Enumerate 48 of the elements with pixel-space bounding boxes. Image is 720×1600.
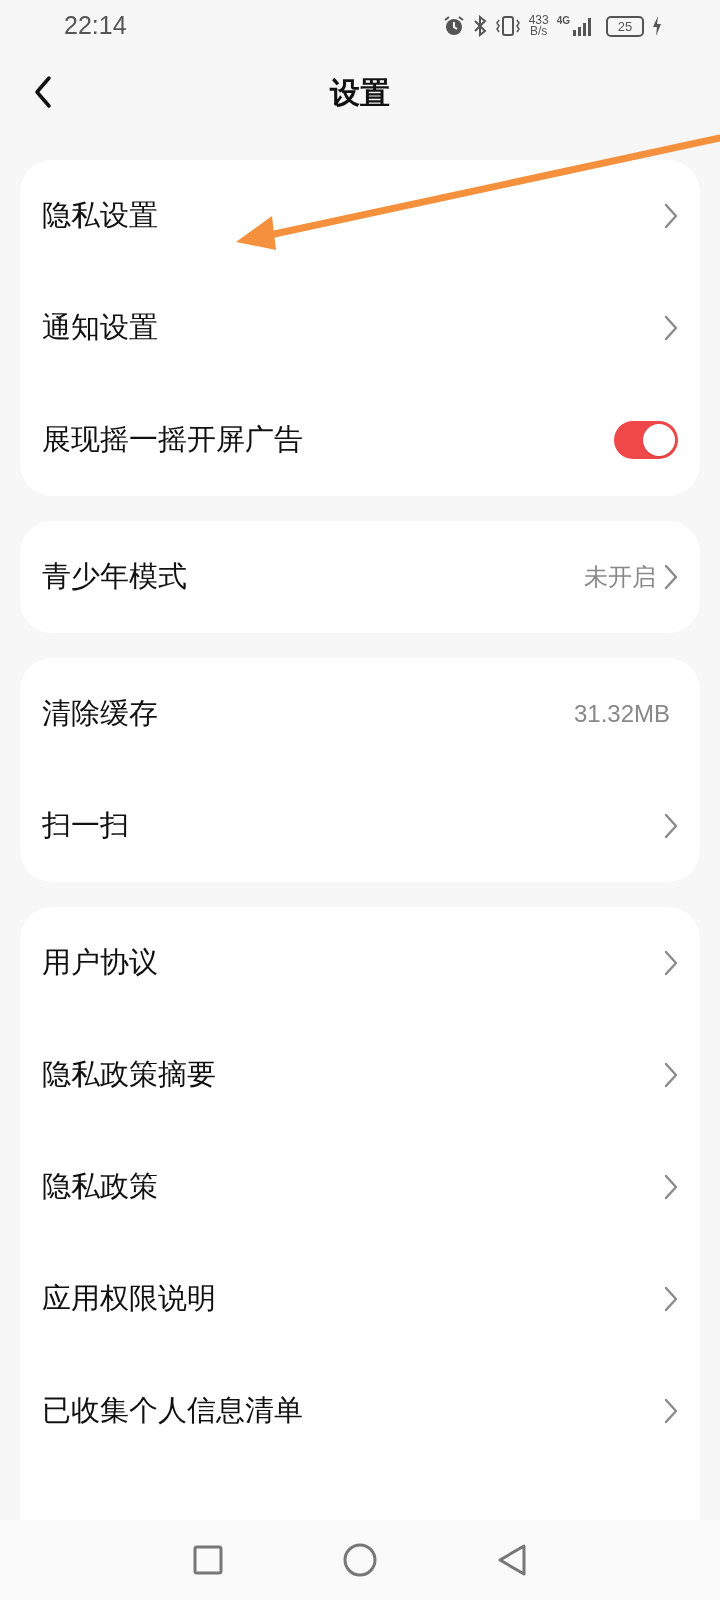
settings-row[interactable]: 展现摇一摇开屏广告 xyxy=(20,384,700,496)
network-type: 4G xyxy=(556,16,570,26)
toggle-switch[interactable] xyxy=(614,421,678,459)
settings-row[interactable]: 扫一扫 xyxy=(20,770,700,882)
chevron-right-icon xyxy=(664,564,678,590)
settings-row[interactable]: 应用权限说明 xyxy=(20,1243,700,1355)
chevron-right-icon xyxy=(664,315,678,341)
signal-icon xyxy=(572,16,594,36)
speed-unit: B/s xyxy=(529,26,548,37)
settings-row[interactable]: 清除缓存 31.32MB xyxy=(20,658,700,770)
cache-size: 31.32MB xyxy=(573,699,670,729)
back-icon[interactable] xyxy=(497,1543,527,1577)
row-label: 扫一扫 xyxy=(42,808,129,844)
chevron-right-icon xyxy=(664,1062,678,1088)
settings-row[interactable]: 已收集个人信息清单 xyxy=(20,1355,700,1467)
row-label: 隐私设置 xyxy=(42,198,158,234)
settings-row[interactable]: 通知设置 xyxy=(20,272,700,384)
row-label: 隐私政策摘要 xyxy=(42,1057,216,1093)
chevron-right-icon xyxy=(664,950,678,976)
clock: 22:14 xyxy=(64,10,127,42)
row-label: 展现摇一摇开屏广告 xyxy=(42,422,303,458)
row-label: 隐私政策 xyxy=(42,1169,158,1205)
charging-icon xyxy=(652,16,662,36)
chevron-right-icon xyxy=(664,203,678,229)
recent-apps-icon[interactable] xyxy=(193,1545,223,1575)
home-icon[interactable] xyxy=(343,1543,377,1577)
chevron-right-icon xyxy=(664,1286,678,1312)
row-value: 未开启 xyxy=(584,562,656,592)
speed-value: 433 xyxy=(528,15,549,26)
vibrate-icon xyxy=(494,15,521,37)
settings-row[interactable]: 用户协议 xyxy=(20,907,700,1019)
bluetooth-icon xyxy=(472,15,487,37)
settings-row[interactable]: 隐私政策 xyxy=(20,1131,700,1243)
alarm-icon xyxy=(442,15,465,37)
row-label: 应用权限说明 xyxy=(42,1281,216,1317)
chevron-right-icon xyxy=(664,1398,678,1424)
settings-row[interactable]: 隐私设置 xyxy=(20,160,700,272)
chevron-right-icon xyxy=(664,1174,678,1200)
battery-indicator: 25 xyxy=(606,15,644,37)
row-label: 清除缓存 xyxy=(42,696,158,732)
chevron-right-icon xyxy=(664,813,678,839)
settings-row[interactable]: 青少年模式 未开启 xyxy=(20,521,700,633)
row-label: 用户协议 xyxy=(42,945,158,981)
row-label: 已收集个人信息清单 xyxy=(42,1393,303,1429)
row-label: 通知设置 xyxy=(42,310,158,346)
page-title: 设置 xyxy=(330,74,390,111)
row-label: 青少年模式 xyxy=(42,559,187,595)
settings-row[interactable]: 隐私政策摘要 xyxy=(20,1019,700,1131)
